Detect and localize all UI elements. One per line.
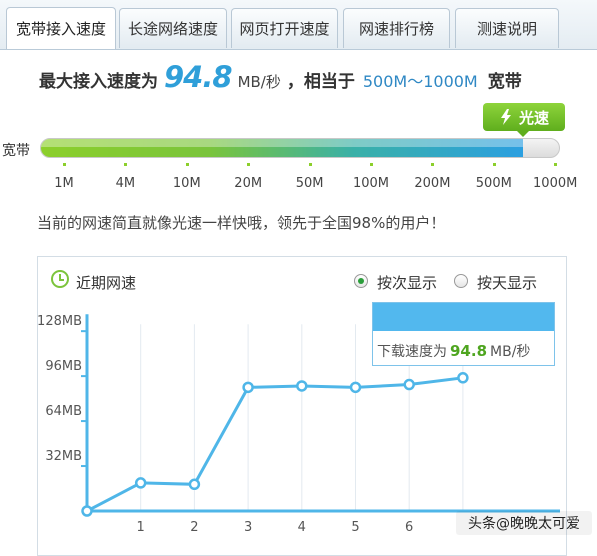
y-tick-label: 96MB: [45, 359, 82, 374]
data-point: [134, 477, 147, 489]
y-tick-label: 64MB: [45, 404, 82, 419]
x-tick-label: 6: [405, 520, 413, 535]
x-tick-label: 2: [190, 520, 198, 535]
data-point: [296, 380, 308, 392]
data-point: [349, 381, 362, 394]
y-tick-label: 128MB: [37, 314, 82, 329]
tooltip-header: [373, 303, 554, 331]
y-tick-label: 32MB: [45, 449, 82, 464]
tooltip-prefix: 下载速度为: [377, 344, 447, 360]
x-tick-label: 3: [244, 520, 252, 535]
x-tick-label: 1: [137, 520, 145, 535]
tooltip-value: 94.8: [450, 342, 488, 360]
data-point: [81, 505, 93, 517]
data-point: [242, 381, 254, 394]
watermark: 头条@晚晚太可爱: [456, 511, 592, 535]
x-tick-label: 5: [351, 520, 359, 535]
data-point: [188, 478, 201, 491]
tooltip-unit: MB/秒: [490, 344, 531, 360]
speed-line-chart: 32MB 64MB 96MB 128MB 1 2 3 4 5 6: [37, 314, 560, 535]
tooltip-body: 下载速度为 94.8 MB/秒: [377, 341, 530, 361]
series-line: [86, 376, 464, 513]
data-point: [457, 372, 469, 384]
speed-tooltip: 下载速度为 94.8 MB/秒: [372, 302, 555, 366]
data-point: [403, 378, 415, 391]
x-tick-label: 4: [298, 520, 306, 535]
